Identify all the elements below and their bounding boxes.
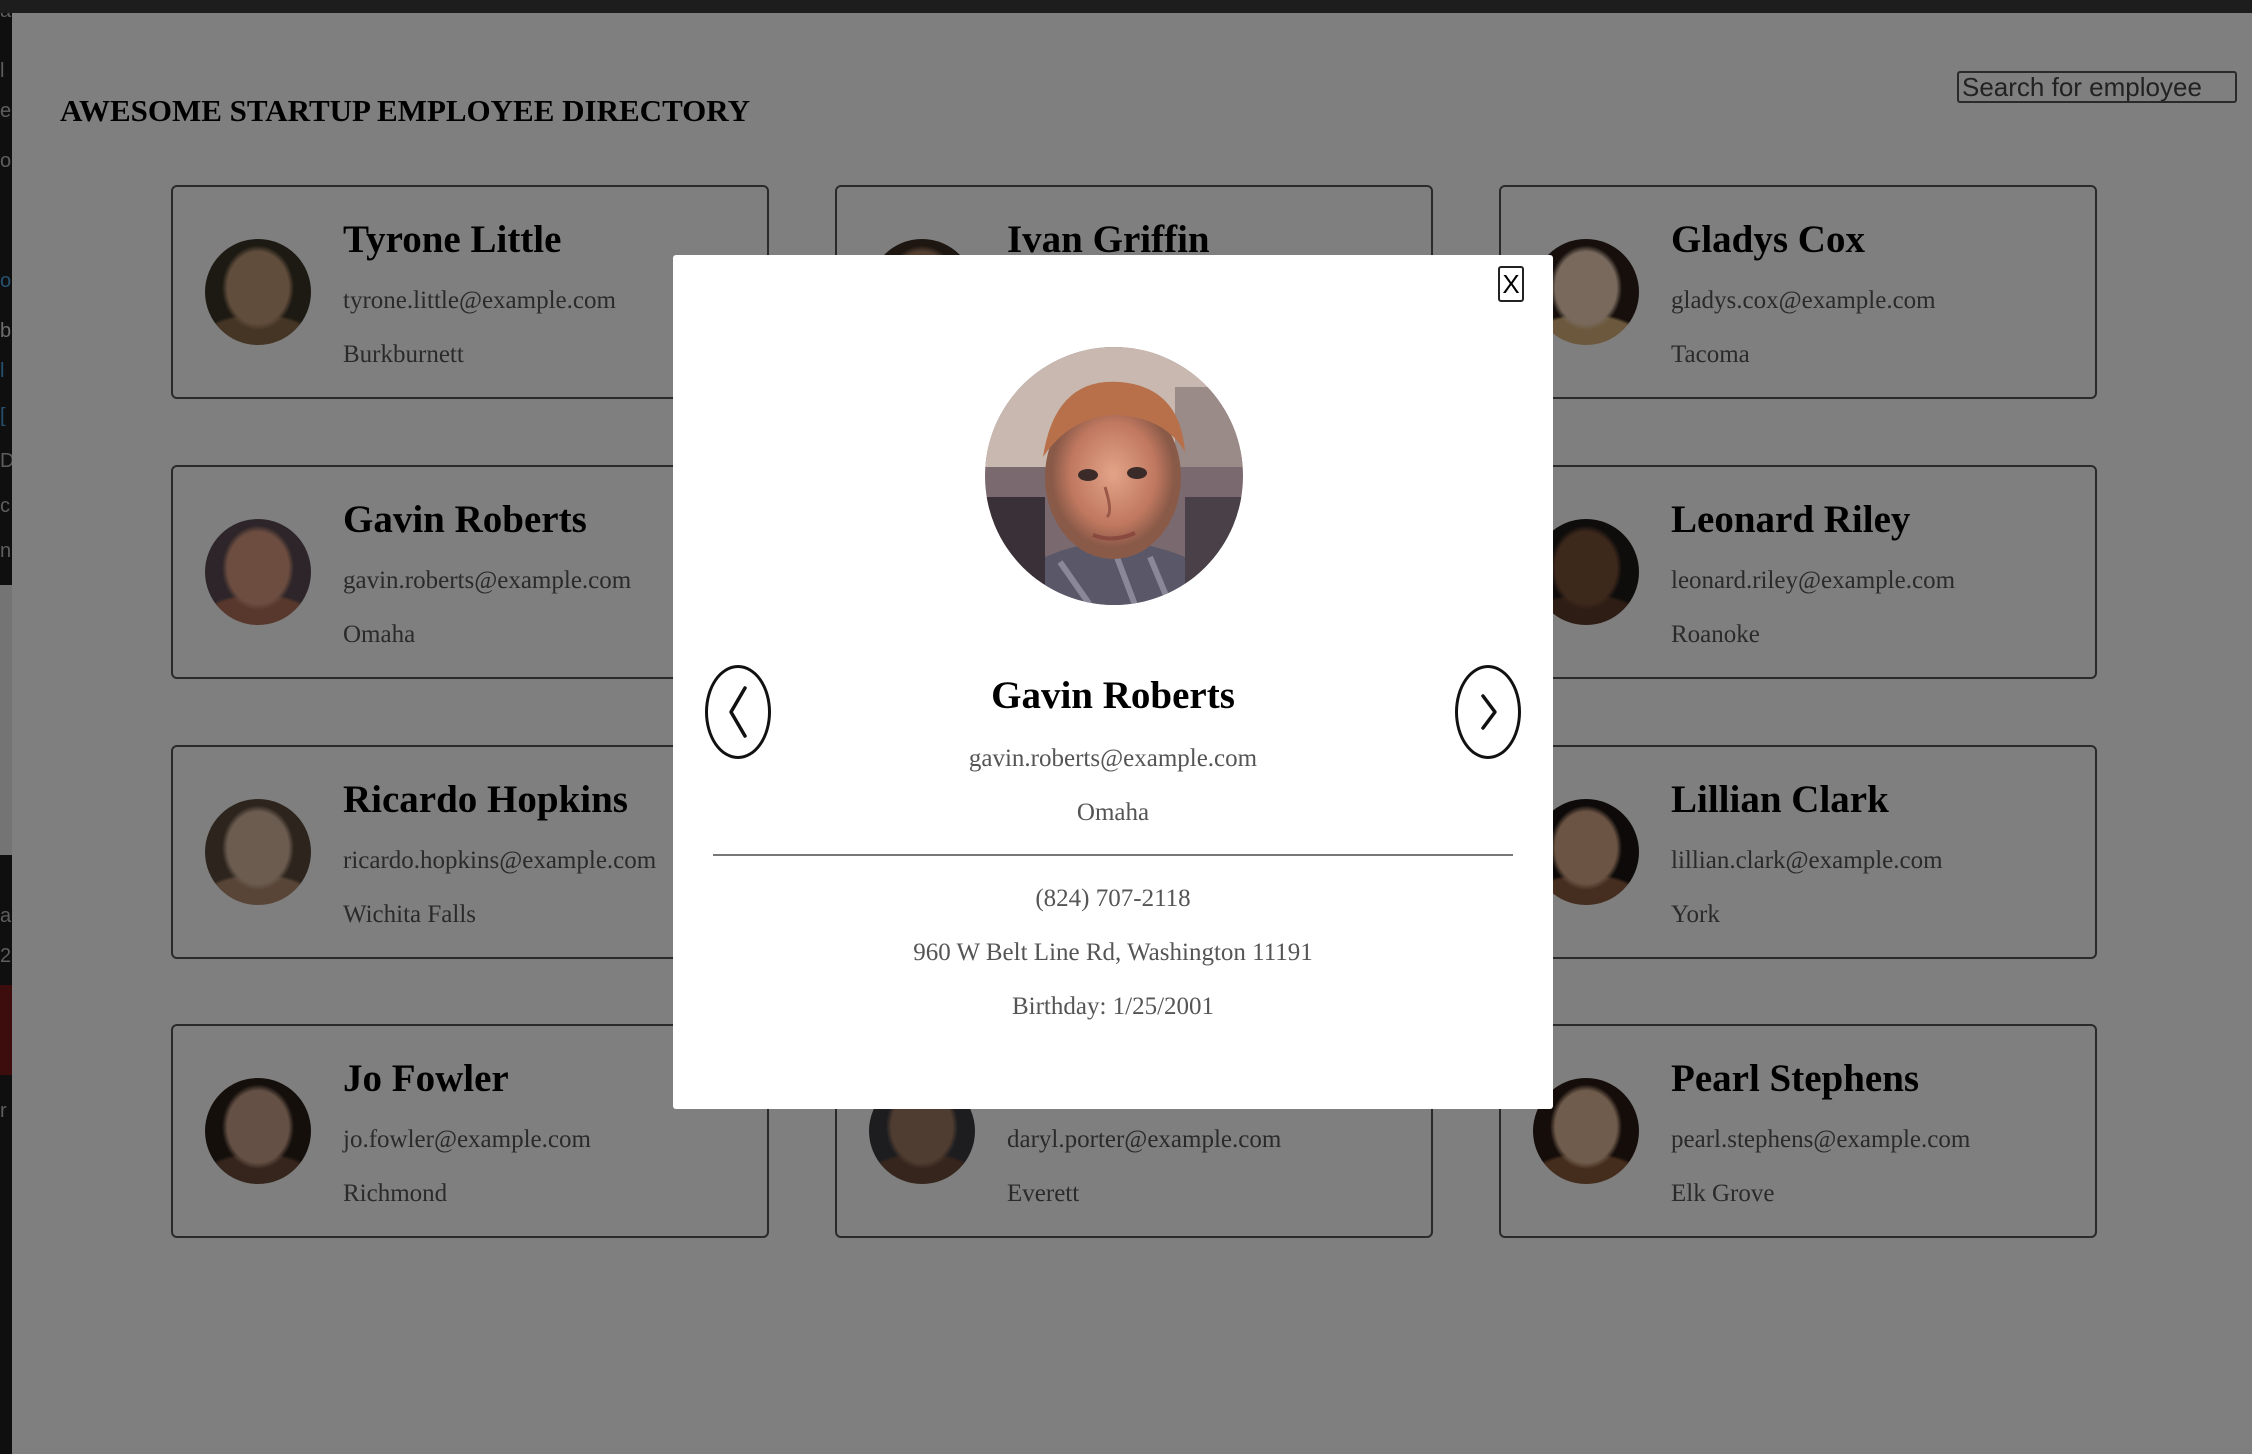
modal-avatar bbox=[985, 347, 1243, 605]
close-button[interactable]: X bbox=[1498, 266, 1524, 302]
modal-employee-email: gavin.roberts@example.com bbox=[968, 745, 1258, 772]
modal-employee-address: 960 W Belt Line Rd, Washington 11191 bbox=[913, 939, 1313, 966]
modal-employee-city: Omaha bbox=[1076, 799, 1150, 826]
modal-employee-name: Gavin Roberts bbox=[991, 674, 1235, 717]
modal-divider bbox=[713, 854, 1513, 856]
modal-employee-phone: (824) 707-2118 bbox=[1035, 885, 1191, 912]
modal-employee-birthday: Birthday: 1/25/2001 bbox=[1011, 993, 1215, 1020]
app-window: a l e o o b l [ D c n a 2 r AWESOME STAR… bbox=[0, 0, 2252, 1454]
modal-overlay[interactable]: X Gavin Roberts gavin.roberts@example.co… bbox=[0, 0, 2252, 1454]
employee-modal: X Gavin Roberts gavin.roberts@example.co… bbox=[673, 255, 1553, 1109]
